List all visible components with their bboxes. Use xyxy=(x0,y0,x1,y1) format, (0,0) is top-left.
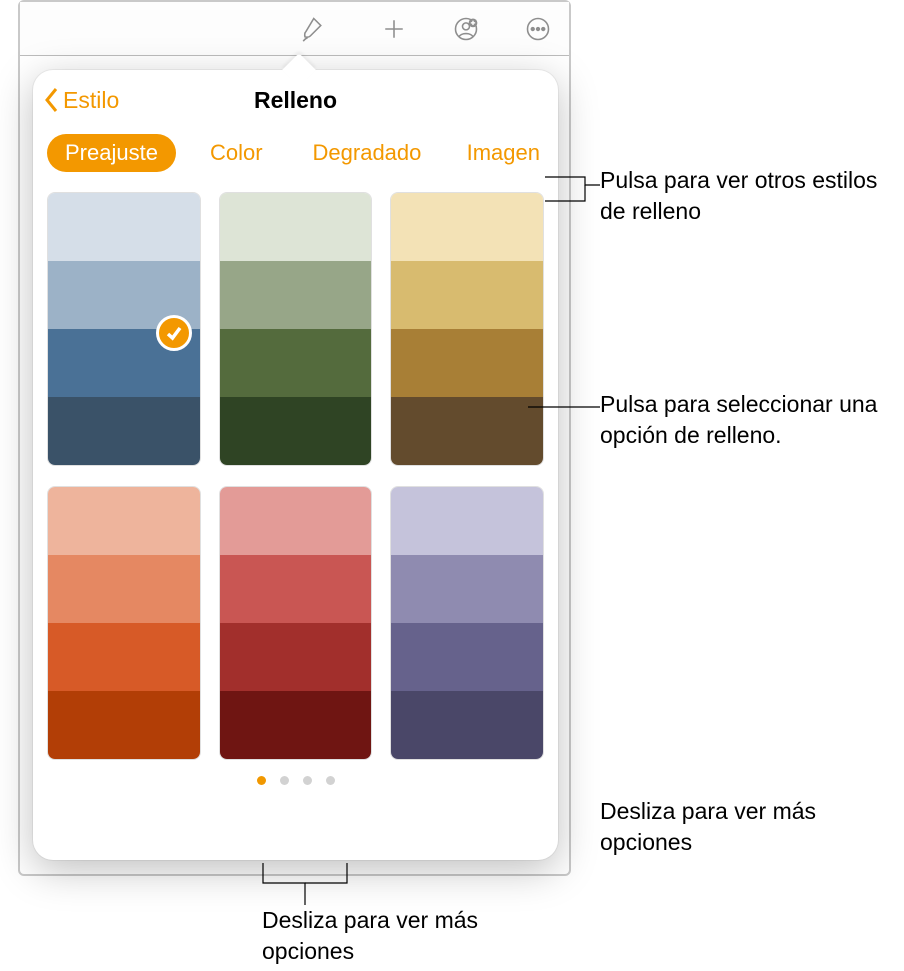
preset-palette[interactable] xyxy=(47,192,201,466)
color-stripe xyxy=(48,555,200,623)
tab-gradient[interactable]: Degradado xyxy=(297,134,438,172)
preset-palette[interactable] xyxy=(390,192,544,466)
color-stripe xyxy=(220,193,372,261)
selected-checkmark-icon xyxy=(156,315,192,351)
color-stripe xyxy=(391,555,543,623)
plus-icon[interactable] xyxy=(377,12,411,46)
page-dot[interactable] xyxy=(326,776,335,785)
device-frame: Estilo Relleno Preajuste Color Degradado… xyxy=(18,0,571,876)
callout-connector xyxy=(528,397,600,417)
color-stripe xyxy=(391,261,543,329)
color-stripe xyxy=(48,623,200,691)
back-button[interactable]: Estilo xyxy=(43,70,119,130)
page-dot[interactable] xyxy=(257,776,266,785)
color-stripe xyxy=(220,623,372,691)
preset-palette[interactable] xyxy=(390,486,544,760)
preset-palette[interactable] xyxy=(47,486,201,760)
callout-connector xyxy=(255,863,355,911)
color-stripe xyxy=(220,397,372,465)
callout-text: Desliza para ver más opciones xyxy=(262,905,522,967)
color-stripe xyxy=(48,487,200,555)
color-stripe xyxy=(220,261,372,329)
toolbar xyxy=(20,2,569,56)
page-dot[interactable] xyxy=(280,776,289,785)
add-person-icon[interactable] xyxy=(449,12,483,46)
callout-text: Pulsa para seleccionar una opción de rel… xyxy=(600,389,900,451)
color-stripe xyxy=(48,193,200,261)
fill-popover: Estilo Relleno Preajuste Color Degradado… xyxy=(33,70,558,860)
callout-text: Desliza para ver más opciones xyxy=(600,796,860,858)
brush-icon[interactable] xyxy=(295,12,329,46)
color-stripe xyxy=(220,329,372,397)
color-stripe xyxy=(391,691,543,759)
color-stripe xyxy=(48,691,200,759)
more-icon[interactable] xyxy=(521,12,555,46)
callout-text: Pulsa para ver otros estilos de relleno xyxy=(600,165,890,227)
tab-image[interactable]: Imagen xyxy=(451,134,544,172)
color-stripe xyxy=(391,193,543,261)
tab-color[interactable]: Color xyxy=(194,134,279,172)
tab-preset[interactable]: Preajuste xyxy=(47,134,176,172)
color-stripe xyxy=(220,487,372,555)
preset-palette[interactable] xyxy=(219,192,373,466)
color-stripe xyxy=(391,623,543,691)
fill-tabs: Preajuste Color Degradado Imagen xyxy=(33,130,558,176)
color-stripe xyxy=(220,691,372,759)
color-stripe xyxy=(391,397,543,465)
color-stripe xyxy=(391,329,543,397)
preset-grid[interactable] xyxy=(33,176,558,764)
color-stripe xyxy=(220,555,372,623)
color-stripe xyxy=(48,397,200,465)
callout-connector xyxy=(545,165,600,225)
page-dot[interactable] xyxy=(303,776,312,785)
color-stripe xyxy=(391,487,543,555)
page-indicator[interactable] xyxy=(33,776,558,799)
chevron-left-icon xyxy=(43,86,61,114)
popover-nav: Estilo Relleno xyxy=(33,70,558,130)
back-label: Estilo xyxy=(63,87,119,114)
preset-palette[interactable] xyxy=(219,486,373,760)
